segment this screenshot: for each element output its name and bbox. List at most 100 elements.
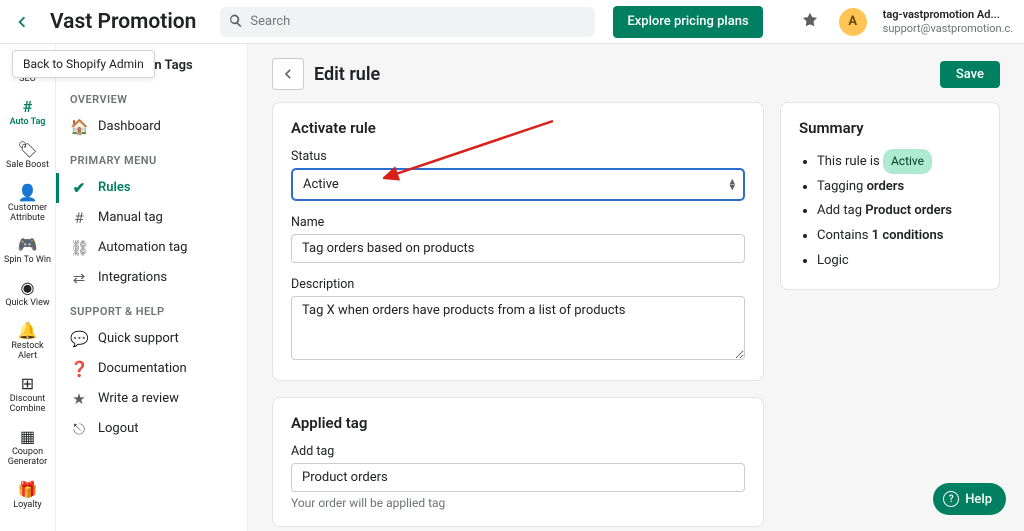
status-badge: Active	[883, 149, 932, 174]
nav-label: Quick support	[98, 331, 179, 346]
summary-card: Summary This rule is Active Tagging orde…	[780, 102, 1000, 290]
help-fab[interactable]: ? Help	[933, 483, 1006, 515]
chat-icon: 💬	[70, 330, 88, 348]
nav-label: Integrations	[98, 270, 167, 285]
rail-label: Loyalty	[13, 501, 41, 511]
search-icon	[228, 13, 244, 33]
rail-label: Discount Combine	[2, 395, 54, 415]
nav-label: Rules	[98, 180, 131, 195]
rail-icon: 🔔	[18, 321, 38, 340]
clipboard-icon: ✔	[70, 179, 88, 197]
arrow-left-icon	[13, 13, 31, 31]
rail-icon: ◉	[21, 278, 35, 297]
card-title: Activate rule	[291, 119, 745, 137]
nav-label: Dashboard	[98, 119, 161, 134]
rail-icon: 🎁	[18, 480, 38, 499]
name-input[interactable]	[291, 234, 745, 263]
star-icon: ★	[70, 390, 88, 408]
status-label: Status	[291, 149, 745, 164]
app-rail: 🔍SEO#Auto Tag🏷Sale Boost👤Customer Attrib…	[0, 44, 56, 531]
rail-label: Quick View	[5, 299, 49, 309]
back-tooltip: Back to Shopify Admin	[12, 50, 155, 78]
rail-item-coupon-generator[interactable]: ▦ Coupon Generator	[0, 421, 56, 474]
name-label: Name	[291, 215, 745, 230]
rail-item-sale-boost[interactable]: 🏷 Sale Boost	[0, 134, 56, 177]
automation-icon: ⛓	[70, 239, 88, 257]
account-name: tag-vastpromotion Ad...	[883, 8, 1013, 21]
logout-icon: ⎋	[70, 420, 88, 438]
rail-label: Coupon Generator	[2, 448, 54, 468]
nav-quick-support[interactable]: 💬 Quick support	[56, 324, 247, 354]
hash-icon: #	[70, 209, 88, 227]
nav-logout[interactable]: ⎋ Logout	[56, 414, 247, 444]
account-email: support@vastpromotion.c...	[883, 22, 1013, 35]
applied-tag-card: Applied tag Add tag Your order will be a…	[272, 397, 764, 527]
activate-rule-card: Activate rule Status Active ▴▾ Name	[272, 102, 764, 381]
search-input[interactable]	[220, 7, 595, 37]
summary-status: This rule is Active	[817, 149, 981, 175]
side-nav: VP: Automation Tags OVERVIEW 🏠 Dashboard…	[56, 44, 248, 531]
nav-label: Documentation	[98, 361, 187, 376]
add-tag-input[interactable]	[291, 463, 745, 492]
rail-label: Restock Alert	[2, 342, 54, 362]
rail-label: Spin To Win	[4, 256, 51, 266]
page-title: Edit rule	[314, 64, 380, 85]
help-circle-icon: ?	[943, 491, 959, 507]
rail-item-restock-alert[interactable]: 🔔 Restock Alert	[0, 315, 56, 368]
save-button[interactable]: Save	[940, 61, 1000, 88]
nav-review[interactable]: ★ Write a review	[56, 384, 247, 414]
rail-label: Customer Attribute	[2, 204, 54, 224]
rail-label: Auto Tag	[10, 118, 46, 128]
nav-label: Manual tag	[98, 210, 163, 225]
add-tag-label: Add tag	[291, 444, 745, 459]
home-icon: 🏠	[70, 118, 88, 136]
favorite-icon[interactable]	[801, 11, 819, 33]
rail-icon: 🎮	[18, 235, 38, 254]
app-brand: Vast Promotion	[44, 10, 208, 34]
avatar[interactable]: A	[839, 8, 867, 36]
rail-icon: ⊞	[21, 374, 34, 393]
status-value: Active	[303, 177, 339, 192]
status-select[interactable]: Active	[291, 168, 745, 201]
nav-manual-tag[interactable]: # Manual tag	[56, 203, 247, 233]
section-overview: OVERVIEW	[56, 81, 247, 112]
rail-item-quick-view[interactable]: ◉ Quick View	[0, 272, 56, 315]
page-back-button[interactable]	[272, 58, 304, 90]
chevron-updown-icon: ▴▾	[729, 178, 735, 191]
summary-tagging: Tagging orders	[817, 175, 981, 200]
explore-pricing-button[interactable]: Explore pricing plans	[613, 6, 762, 38]
rail-item-loyalty[interactable]: 🎁 Loyalty	[0, 474, 56, 517]
section-support: SUPPORT & HELP	[56, 293, 247, 324]
summary-addtag: Add tag Product orders	[817, 199, 981, 224]
integrations-icon: ⇄	[70, 269, 88, 287]
card-title: Applied tag	[291, 414, 745, 432]
account-info[interactable]: tag-vastpromotion Ad... support@vastprom…	[883, 8, 1013, 34]
rail-label: Sale Boost	[6, 161, 49, 171]
nav-label: Automation tag	[98, 240, 187, 255]
rail-icon: 👤	[18, 183, 38, 202]
rail-icon: ▦	[20, 427, 35, 446]
rail-icon: 🏷	[17, 140, 37, 159]
nav-documentation[interactable]: ❓ Documentation	[56, 354, 247, 384]
back-to-shopify-button[interactable]	[8, 8, 36, 36]
help-label: Help	[965, 492, 992, 507]
add-tag-help: Your order will be applied tag	[291, 496, 745, 510]
rail-item-discount-combine[interactable]: ⊞ Discount Combine	[0, 368, 56, 421]
nav-dashboard[interactable]: 🏠 Dashboard	[56, 112, 247, 142]
nav-label: Write a review	[98, 391, 179, 406]
help-icon: ❓	[70, 360, 88, 378]
rail-item-spin-to-win[interactable]: 🎮 Spin To Win	[0, 229, 56, 272]
nav-automation-tag[interactable]: ⛓ Automation tag	[56, 233, 247, 263]
arrow-left-icon	[280, 66, 296, 82]
section-primary: PRIMARY MENU	[56, 142, 247, 173]
rail-item-customer-attribute[interactable]: 👤 Customer Attribute	[0, 177, 56, 230]
nav-integrations[interactable]: ⇄ Integrations	[56, 263, 247, 293]
summary-conditions: Contains 1 conditions	[817, 224, 981, 249]
nav-label: Logout	[98, 421, 139, 436]
card-title: Summary	[799, 119, 981, 137]
nav-rules[interactable]: ✔ Rules	[56, 173, 247, 203]
description-label: Description	[291, 277, 745, 292]
rail-icon: #	[23, 97, 33, 116]
description-input[interactable]	[291, 296, 745, 360]
rail-item-auto-tag[interactable]: # Auto Tag	[0, 91, 56, 134]
